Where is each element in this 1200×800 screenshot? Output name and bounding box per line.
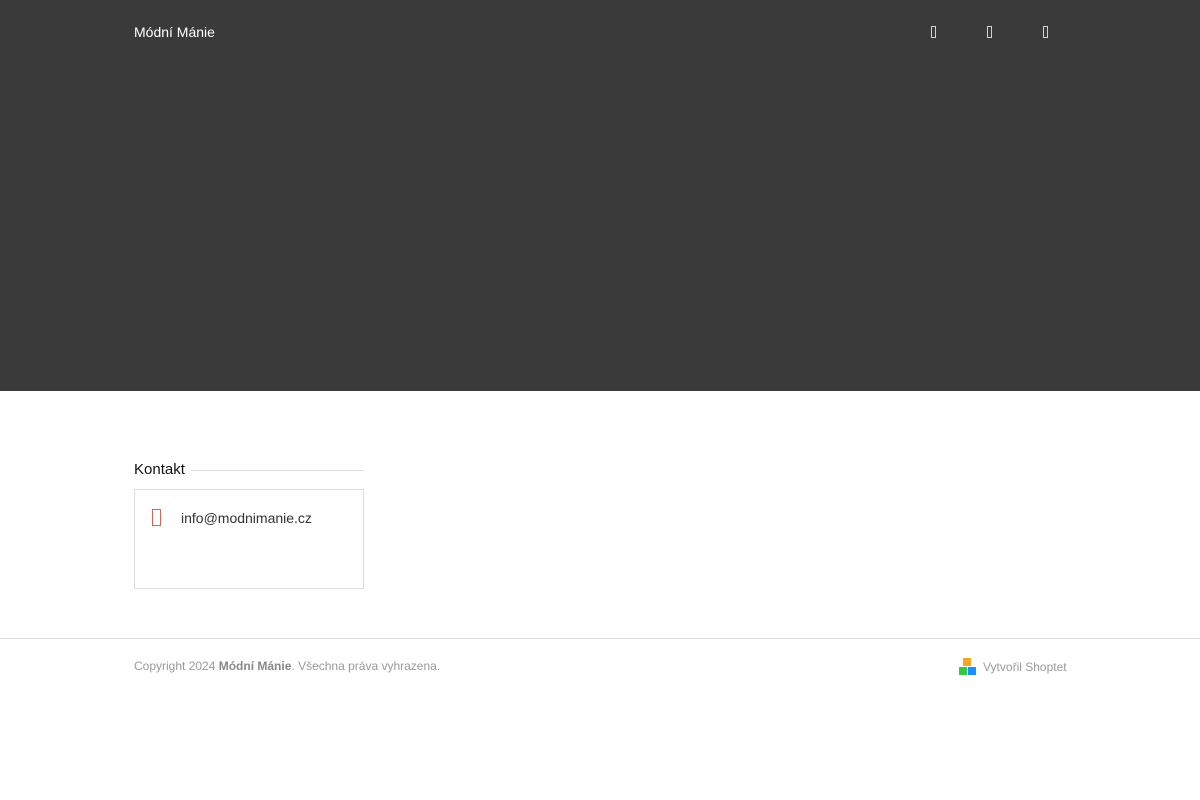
search-icon-glyph bbox=[930, 26, 936, 38]
shoptet-logo-square-orange bbox=[963, 658, 971, 666]
shoptet-logo-square-green bbox=[959, 667, 967, 675]
contact-heading: Kontakt bbox=[134, 461, 185, 478]
cart-icon-glyph bbox=[1042, 26, 1048, 38]
copyright-brand: Módní Mánie bbox=[218, 659, 292, 673]
search-icon[interactable] bbox=[924, 23, 942, 41]
contact-heading-row: Kontakt bbox=[134, 460, 364, 480]
shoptet-label: Vytvořil Shoptet bbox=[983, 659, 1067, 674]
heading-divider bbox=[190, 469, 364, 471]
copyright-suffix: . Všechna práva vyhrazena. bbox=[291, 659, 441, 673]
shoptet-logo-square-blue bbox=[968, 667, 976, 675]
user-icon-glyph bbox=[986, 26, 992, 38]
envelope-icon bbox=[152, 509, 161, 526]
brand-logo[interactable]: Módní Mánie bbox=[134, 24, 215, 40]
hero-banner: Módní Mánie bbox=[0, 0, 1200, 391]
copyright-prefix: Copyright 2024 bbox=[134, 659, 219, 673]
cart-icon[interactable] bbox=[1036, 23, 1054, 41]
contact-box: info@modnimanie.cz bbox=[134, 489, 364, 589]
contact-email-link[interactable]: info@modnimanie.cz bbox=[181, 510, 312, 526]
footer-divider bbox=[0, 638, 1200, 639]
user-icon[interactable] bbox=[980, 23, 998, 41]
copyright-text: Copyright 2024 Módní Mánie. Všechna práv… bbox=[134, 659, 440, 673]
shoptet-link[interactable]: Vytvořil Shoptet bbox=[959, 658, 1067, 675]
shoptet-logo-icon bbox=[959, 658, 976, 675]
